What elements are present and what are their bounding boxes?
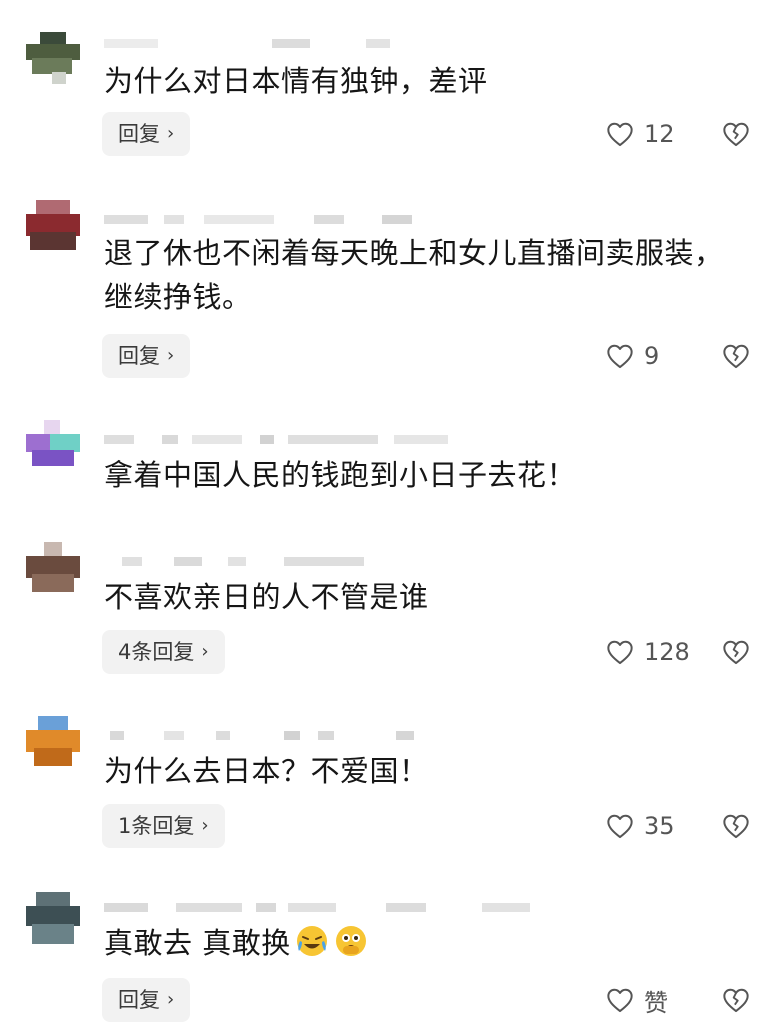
avatar[interactable] [26,200,80,254]
avatar[interactable] [26,420,80,474]
peeking-emoji [333,923,369,959]
like-count: 9 [644,342,660,370]
like-button[interactable]: 12 [606,112,675,156]
like-button[interactable]: 赞 [606,978,668,1022]
chevron-right-icon: › [167,345,175,366]
reply-label: 回复 [118,122,160,146]
reply-label: 4条回复 [118,640,195,664]
username-blurred[interactable] [104,432,564,446]
broken-heart-icon [723,988,749,1013]
avatar[interactable] [26,542,80,596]
reply-label: 回复 [118,988,160,1012]
reply-button[interactable]: 4条回复 › [102,630,225,674]
username-blurred[interactable] [104,554,564,568]
avatar[interactable] [26,716,80,770]
reply-button[interactable]: 1条回复 › [102,804,225,848]
chevron-right-icon: › [201,641,209,662]
heart-icon [607,814,633,839]
laughing-crying-emoji [294,923,330,959]
reply-button[interactable]: 回复 › [102,112,191,156]
like-count: 128 [644,638,690,666]
broken-heart-icon [723,640,749,665]
dislike-button[interactable] [722,112,750,156]
heart-icon [607,344,633,369]
comment-text: 真敢去 真敢换 [104,921,724,965]
comment-text: 拿着中国人民的钱跑到小日子去花！ [104,458,577,492]
reply-label: 1条回复 [118,814,195,838]
like-count: 赞 [644,988,668,1017]
comment-text: 不喜欢亲日的人不管是谁 [104,580,429,614]
broken-heart-icon [723,344,749,369]
like-count: 12 [644,120,675,148]
comment-text: 为什么对日本情有独钟，差评 [104,64,488,98]
username-blurred[interactable] [104,728,564,742]
username-blurred[interactable] [104,212,564,226]
chevron-right-icon: › [201,815,209,836]
like-button[interactable]: 35 [606,804,675,848]
comment-text: 为什么去日本？不爱国！ [104,754,429,788]
reply-button[interactable]: 回复 › [102,334,191,378]
chevron-right-icon: › [167,989,175,1010]
reply-label: 回复 [118,344,160,368]
heart-icon [607,988,633,1013]
like-button[interactable]: 128 [606,630,690,674]
dislike-button[interactable] [722,978,750,1022]
avatar[interactable] [26,32,80,86]
heart-icon [607,122,633,147]
broken-heart-icon [723,814,749,839]
like-button[interactable]: 9 [606,334,659,378]
username-blurred[interactable] [104,36,564,50]
dislike-button[interactable] [722,804,750,848]
dislike-button[interactable] [722,334,750,378]
chevron-right-icon: › [167,123,175,144]
like-count: 35 [644,812,675,840]
reply-button[interactable]: 回复 › [102,978,191,1022]
dislike-button[interactable] [722,630,750,674]
username-blurred[interactable] [104,900,564,914]
comment-text: 退了休也不闲着每天晚上和女儿直播间卖服装，继续挣钱。 [104,236,724,314]
heart-icon [607,640,633,665]
broken-heart-icon [723,122,749,147]
avatar[interactable] [26,892,80,946]
comment-text-content: 真敢去 真敢换 [104,926,291,960]
